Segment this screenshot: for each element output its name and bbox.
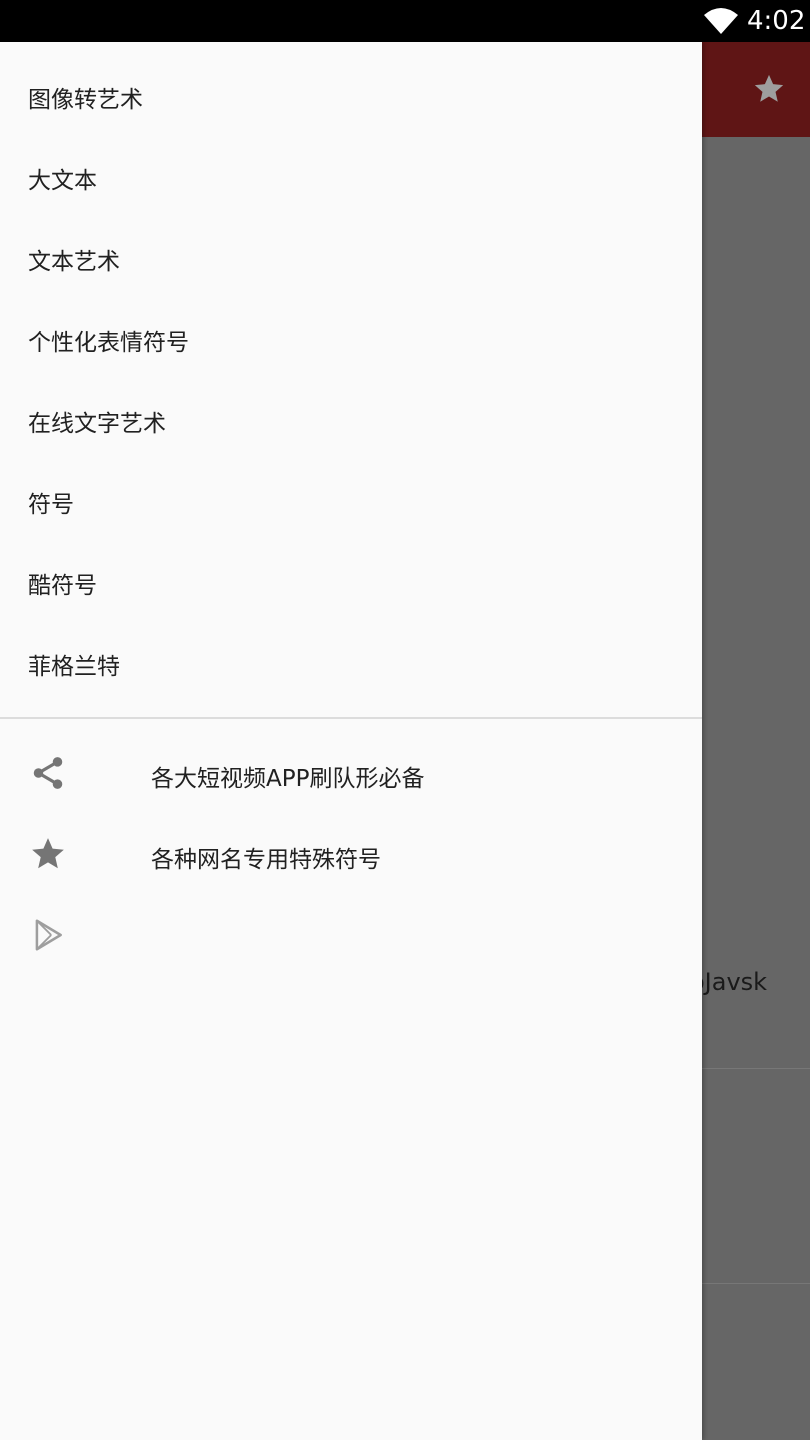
menu-item-figlet[interactable]: 菲格兰特	[0, 623, 702, 704]
menu-item-label: 文本艺术	[28, 248, 120, 275]
navigation-drawer: 图像转艺术 大文本 文本艺术 个性化表情符号 在线文字艺术 符号 酷符号 菲格兰…	[0, 42, 702, 1440]
menu-item-label: 各大短视频APP刷队形必备	[151, 766, 425, 792]
menu-item-play-store[interactable]	[0, 895, 702, 976]
menu-item-symbols[interactable]: 符号	[0, 461, 702, 542]
menu-item-label: 在线文字艺术	[28, 410, 166, 437]
menu-item-label: 个性化表情符号	[28, 329, 189, 356]
menu-item-label: 酷符号	[28, 572, 97, 599]
status-time: 4:02	[747, 6, 806, 36]
menu-item-label: 图像转艺术	[28, 86, 143, 113]
menu-item-share[interactable]: 各大短视频APP刷队形必备	[0, 733, 702, 814]
share-icon	[33, 757, 63, 789]
menu-item-big-text[interactable]: 大文本	[0, 137, 702, 218]
star-icon	[32, 838, 64, 869]
menu-item-custom-emoji[interactable]: 个性化表情符号	[0, 299, 702, 380]
menu-item-label: 大文本	[28, 167, 97, 194]
menu-item-cool-symbols[interactable]: 酷符号	[0, 542, 702, 623]
menu-item-rate[interactable]: 各种网名专用特殊符号	[0, 814, 702, 895]
menu-item-label: 各种网名专用特殊符号	[151, 847, 381, 873]
wifi-icon	[704, 8, 738, 34]
background-divider	[702, 1283, 810, 1284]
menu-item-online-text-art[interactable]: 在线文字艺术	[0, 380, 702, 461]
menu-item-label: 菲格兰特	[28, 653, 120, 680]
menu-item-text-art[interactable]: 文本艺术	[0, 218, 702, 299]
status-bar: 4:02	[0, 0, 810, 42]
play-store-icon	[35, 919, 62, 951]
star-icon[interactable]	[752, 72, 786, 106]
drawer-divider	[0, 717, 702, 719]
menu-item-label: 符号	[28, 491, 74, 518]
background-divider	[702, 1068, 810, 1069]
menu-item-image-to-art[interactable]: 图像转艺术	[0, 56, 702, 137]
